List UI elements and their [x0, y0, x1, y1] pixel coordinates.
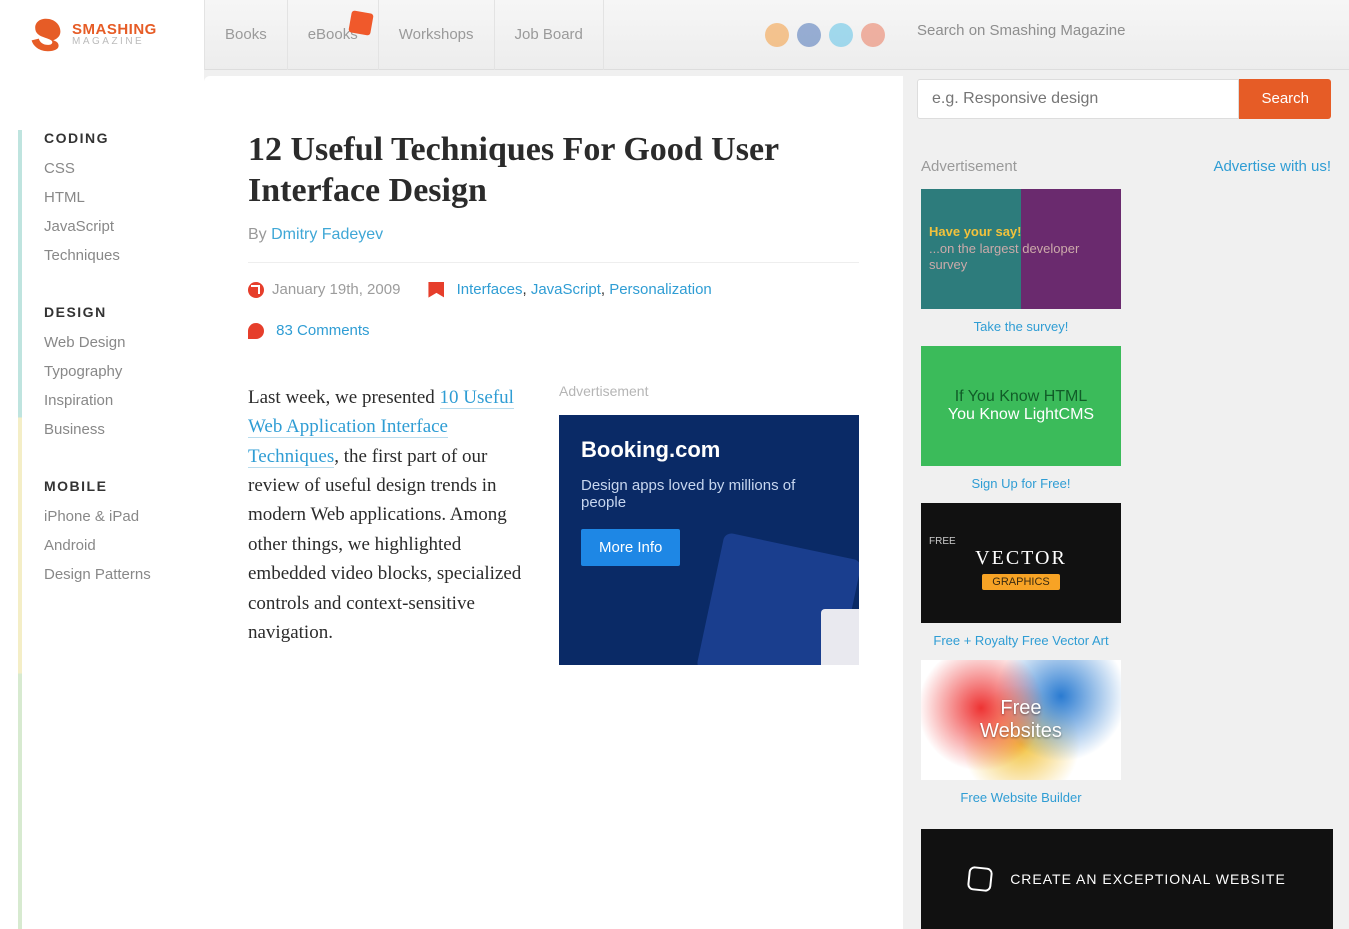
- article-main: 12 Useful Techniques For Good User Inter…: [204, 76, 903, 929]
- sidebar-item-inspiration[interactable]: Inspiration: [44, 392, 204, 409]
- sidebar-group-coding: CODING CSS HTML JavaScript Techniques: [26, 130, 204, 264]
- logo-title: SMASHING: [72, 22, 157, 37]
- inline-ad: Advertisement Booking.com Design apps lo…: [559, 383, 859, 665]
- sidebar-heading: CODING: [44, 130, 204, 146]
- logo-icon: [28, 17, 64, 53]
- ad-tile[interactable]: Have your say!...on the largest develope…: [921, 189, 1121, 334]
- meta-tags: Interfaces, JavaScript, Personalization: [428, 281, 711, 298]
- tag-link[interactable]: Personalization: [609, 281, 712, 298]
- search-area: Search on Smashing Magazine Search: [917, 26, 1331, 85]
- booking-ad[interactable]: Booking.com Design apps loved by million…: [559, 415, 859, 665]
- right-column: Advertisement Advertise with us! Have yo…: [903, 70, 1349, 929]
- logo-subtitle: MAGAZINE: [72, 37, 157, 47]
- article-body: Last week, we presented 10 Useful Web Ap…: [248, 383, 523, 665]
- squarespace-icon: [967, 866, 993, 892]
- facebook-icon[interactable]: [797, 23, 821, 47]
- sidebar-item-html[interactable]: HTML: [44, 189, 204, 206]
- sidebar-item-business[interactable]: Business: [44, 421, 204, 438]
- sidebar-heading: DESIGN: [44, 304, 204, 320]
- ebook-badge-icon: [348, 10, 373, 35]
- nav-ebooks[interactable]: eBooks: [288, 0, 379, 70]
- advertise-link[interactable]: Advertise with us!: [1213, 158, 1331, 175]
- social-icons: [765, 23, 903, 47]
- sidebar-item-iphone[interactable]: iPhone & iPad: [44, 508, 204, 525]
- ad-subtitle: Design apps loved by millions of people: [581, 477, 837, 511]
- tag-link[interactable]: JavaScript: [531, 281, 601, 298]
- sidebar-item-css[interactable]: CSS: [44, 160, 204, 177]
- search-button[interactable]: Search: [1239, 79, 1331, 119]
- clock-icon: [248, 282, 264, 298]
- comment-icon: [248, 323, 264, 339]
- comments-link[interactable]: 83 Comments: [276, 322, 369, 339]
- sidebar-group-mobile: MOBILE iPhone & iPad Android Design Patt…: [26, 478, 204, 583]
- ad-caption[interactable]: Free Website Builder: [921, 790, 1121, 805]
- sidebar-item-javascript[interactable]: JavaScript: [44, 218, 204, 235]
- ad-tile[interactable]: If You Know HTMLYou Know LightCMS Sign U…: [921, 346, 1121, 491]
- ad-caption[interactable]: Sign Up for Free!: [921, 476, 1121, 491]
- ad-tile[interactable]: FREEVECTORGRAPHICS Free + Royalty Free V…: [921, 503, 1121, 648]
- cube-icon: [821, 609, 859, 665]
- ad-title: Booking.com: [581, 437, 837, 463]
- bookmark-icon: [428, 282, 444, 298]
- sidebar-item-android[interactable]: Android: [44, 537, 204, 554]
- left-sidebar: CODING CSS HTML JavaScript Techniques DE…: [0, 70, 204, 929]
- banner-text: CREATE AN EXCEPTIONAL WEBSITE: [1010, 871, 1286, 887]
- tag-link[interactable]: Interfaces: [457, 281, 523, 298]
- sidebar-group-design: DESIGN Web Design Typography Inspiration…: [26, 304, 204, 438]
- ad-heading: Advertisement: [921, 158, 1017, 175]
- article-meta: January 19th, 2009 Interfaces, JavaScrip…: [248, 262, 859, 339]
- ad-tile[interactable]: FreeWebsites Free Website Builder: [921, 660, 1121, 805]
- logo[interactable]: SMASHING MAGAZINE: [0, 0, 204, 70]
- top-nav: Books eBooks Workshops Job Board: [204, 0, 604, 70]
- banner-ad[interactable]: CREATE AN EXCEPTIONAL WEBSITE: [921, 829, 1333, 929]
- search-input[interactable]: [917, 79, 1239, 119]
- twitter-icon[interactable]: [829, 23, 853, 47]
- sidebar-item-typography[interactable]: Typography: [44, 363, 204, 380]
- author-link[interactable]: Dmitry Fadeyev: [271, 226, 383, 243]
- ad-caption[interactable]: Take the survey!: [921, 319, 1121, 334]
- sidebar-heading: MOBILE: [44, 478, 204, 494]
- article-title: 12 Useful Techniques For Good User Inter…: [248, 130, 859, 212]
- newsletter-icon[interactable]: [861, 23, 885, 47]
- nav-jobboard[interactable]: Job Board: [495, 0, 604, 70]
- sidebar-item-techniques[interactable]: Techniques: [44, 247, 204, 264]
- top-bar: SMASHING MAGAZINE Books eBooks Workshops…: [0, 0, 1349, 70]
- rss-icon[interactable]: [765, 23, 789, 47]
- ad-label: Advertisement: [559, 383, 859, 399]
- sidebar-item-patterns[interactable]: Design Patterns: [44, 566, 204, 583]
- nav-workshops[interactable]: Workshops: [379, 0, 495, 70]
- meta-date: January 19th, 2009: [248, 281, 400, 298]
- sidebar-item-webdesign[interactable]: Web Design: [44, 334, 204, 351]
- ad-cta-button[interactable]: More Info: [581, 529, 680, 566]
- ad-caption[interactable]: Free + Royalty Free Vector Art: [921, 633, 1121, 648]
- nav-books[interactable]: Books: [204, 0, 288, 70]
- search-label: Search on Smashing Magazine: [917, 22, 1331, 39]
- meta-comments: 83 Comments: [248, 322, 859, 339]
- byline: By Dmitry Fadeyev: [248, 226, 859, 244]
